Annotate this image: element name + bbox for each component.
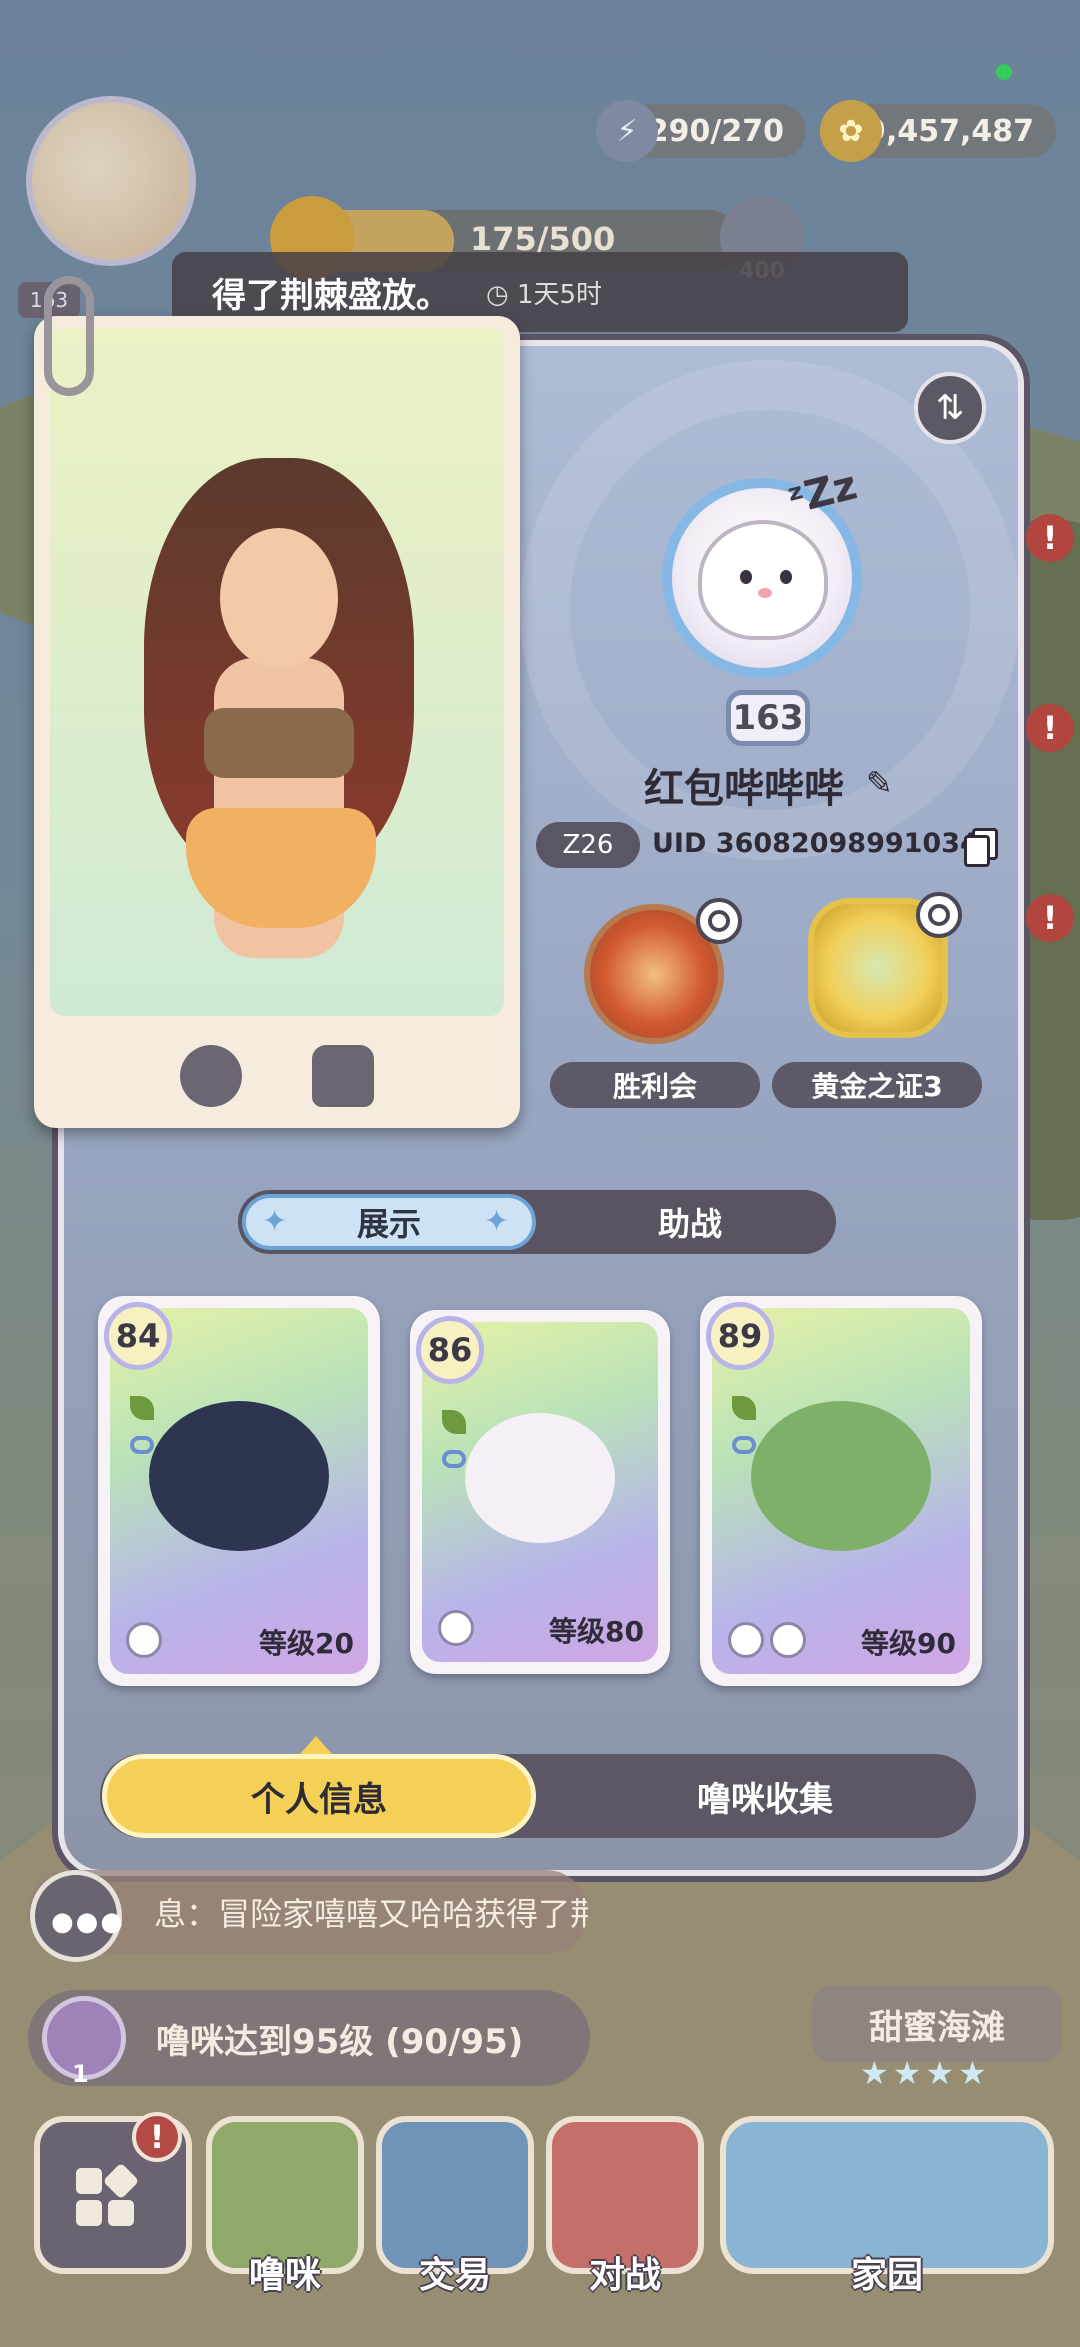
event-timer: ◷ 1天5时 — [486, 280, 603, 310]
grid-cell — [76, 2200, 102, 2226]
chat-button[interactable]: ●●● — [30, 1870, 126, 1962]
nav-trade-label: 交易 — [418, 2255, 491, 2296]
sparkle-icon: ✦ — [262, 1204, 288, 1239]
leaf-icon — [732, 1396, 756, 1420]
zone-tag: Z26 — [536, 822, 640, 868]
more-dots-icon: ●●● — [51, 1907, 126, 1937]
online-status-dot — [996, 64, 1012, 80]
player-level-badge: 163 — [726, 690, 810, 746]
tab-assist[interactable]: 助战 — [570, 1194, 810, 1250]
element-icon — [770, 1622, 806, 1658]
paperclip-icon — [44, 276, 94, 396]
grid-cell — [102, 2162, 140, 2200]
pet-level-badge: 84 — [104, 1302, 172, 1370]
tab-assist-label: 助战 — [657, 1205, 722, 1243]
fairy-pet-icon — [465, 1413, 615, 1544]
nav-home-label: 家园 — [850, 2255, 923, 2296]
cat-avatar-icon — [698, 520, 828, 640]
location-stars: ★★★★ — [860, 2054, 991, 2092]
leaf-icon — [442, 1410, 466, 1434]
wardrobe-shirt-icon[interactable] — [312, 1045, 374, 1107]
magnify-icon[interactable] — [696, 898, 742, 944]
tab-personal-info-label: 个人信息 — [251, 1779, 387, 1820]
character-skirt — [186, 808, 376, 928]
tab-personal-info[interactable]: 个人信息 — [102, 1754, 536, 1838]
character-portrait — [50, 328, 504, 1016]
link-icon — [130, 1436, 154, 1454]
player-name: 红包哔哔哔 — [644, 766, 844, 812]
pet-grade: 等级80 — [549, 1615, 644, 1648]
pet-level-badge: 89 — [706, 1302, 774, 1370]
badge-label: 胜利会 — [550, 1062, 760, 1108]
pet-card[interactable]: 等级80 86 — [410, 1310, 670, 1674]
character-face — [220, 528, 338, 668]
timer-value: 1天5时 — [516, 280, 603, 310]
leaf-icon — [130, 1396, 154, 1420]
tab-pet-collection[interactable]: 噜咪收集 — [580, 1754, 950, 1838]
link-icon — [732, 1436, 756, 1454]
pet-level-badge: 86 — [416, 1316, 484, 1384]
uid-text: UID 360820989910342 — [652, 828, 998, 859]
magnify-icon[interactable] — [916, 892, 962, 938]
lightning-icon: ⚡ — [596, 100, 658, 162]
badge-label: 黄金之证3 — [772, 1062, 982, 1108]
element-icon — [126, 1622, 162, 1658]
quest-count: 1 — [72, 2060, 89, 2088]
link-icon — [442, 1450, 466, 1468]
dragon-pet-icon — [751, 1401, 931, 1552]
element-icon — [728, 1622, 764, 1658]
side-alert-icon[interactable]: ! — [1026, 894, 1074, 942]
coin-icon: ✿ — [820, 100, 882, 162]
nav-battle-label: 对战 — [588, 2255, 661, 2296]
copy-icon[interactable] — [964, 828, 998, 867]
grid-cell — [108, 2200, 134, 2226]
energy-value: 290/270 — [647, 113, 784, 149]
pet-grade: 等级90 — [861, 1627, 956, 1660]
cat-nose — [758, 588, 772, 598]
pet-grade: 等级20 — [259, 1627, 354, 1660]
side-alert-icon[interactable]: ! — [1026, 514, 1074, 562]
penguin-pet-icon — [149, 1401, 329, 1552]
cat-eye — [780, 570, 792, 584]
element-icon — [438, 1610, 474, 1646]
outfit-tools — [34, 1036, 520, 1116]
nav-pets-label: 噜咪 — [248, 2255, 321, 2296]
hud-avatar[interactable] — [26, 96, 196, 266]
tab-pet-collection-label: 噜咪收集 — [697, 1779, 833, 1820]
grid-cell — [76, 2168, 102, 2194]
outfit-card[interactable] — [34, 316, 520, 1128]
pet-card[interactable]: 等级90 89 — [700, 1296, 982, 1686]
tab-pointer-icon — [300, 1736, 332, 1754]
sparkle-icon: ✦ — [484, 1204, 510, 1239]
character-top — [204, 708, 354, 778]
location-name: 甜蜜海滩 — [869, 2007, 1005, 2048]
tab-display-label: 展示 — [356, 1205, 421, 1243]
pet-card[interactable]: 等级20 84 — [98, 1296, 380, 1686]
swap-button[interactable]: ⇅ — [914, 372, 986, 444]
rotate-view-icon[interactable] — [180, 1045, 242, 1107]
broadcast-text: 得了荆棘盛放。 — [212, 275, 450, 316]
quest-text: 噜咪达到95级 (90/95) — [156, 2021, 524, 2062]
cat-eye — [740, 570, 752, 584]
chat-text: 息：冒险家嘻嘻又哈哈获得了荆 — [154, 1895, 588, 1933]
coin-value: 9,457,487 — [865, 113, 1034, 149]
location-plate[interactable]: 甜蜜海滩 — [812, 1986, 1062, 2062]
edit-icon[interactable]: ✎ — [866, 764, 902, 802]
side-alert-icon[interactable]: ! — [1026, 704, 1074, 752]
nav-alert-badge: ! — [132, 2112, 182, 2162]
grid-menu-icon — [76, 2162, 140, 2228]
